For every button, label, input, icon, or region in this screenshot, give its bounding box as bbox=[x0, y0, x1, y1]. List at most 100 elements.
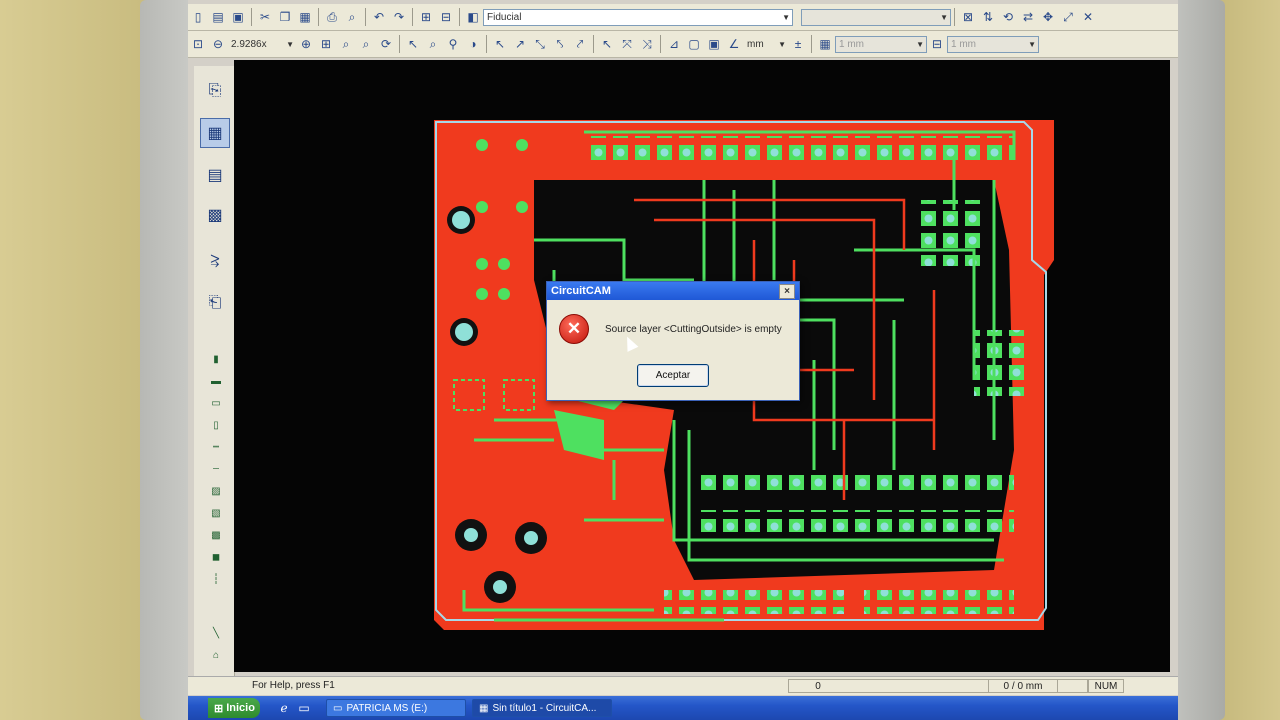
grid-y-icon[interactable]: ⊟ bbox=[928, 35, 946, 53]
ie-icon[interactable]: ℯ bbox=[275, 699, 293, 717]
print-icon[interactable]: ⎙ bbox=[323, 8, 341, 26]
rotate-icon[interactable]: ⟲ bbox=[999, 8, 1017, 26]
delete-node-icon[interactable]: ⤣ bbox=[551, 35, 569, 53]
zoom-level-value: 2.9286x bbox=[231, 38, 267, 50]
task-button-circuitcam[interactable]: ▦ Sin título1 - CircuitCA... bbox=[472, 699, 612, 717]
edit-node-icon[interactable]: ↗ bbox=[511, 35, 529, 53]
pointer-tool-icon[interactable]: ↖ bbox=[491, 35, 509, 53]
refresh-icon[interactable]: ⟳ bbox=[377, 35, 395, 53]
component-icon[interactable]: ◼ bbox=[208, 550, 224, 564]
chevron-down-icon: ▼ bbox=[778, 39, 786, 49]
import-icon[interactable]: ⎘ bbox=[200, 76, 230, 106]
magnify-icon[interactable]: ⚲ bbox=[444, 35, 462, 53]
separator bbox=[954, 8, 955, 26]
print-preview-icon[interactable]: ⌕ bbox=[343, 8, 361, 26]
aperture-select[interactable]: ▼ bbox=[801, 8, 951, 26]
delete-icon[interactable]: ✕ bbox=[1079, 8, 1097, 26]
snap-grid-icon[interactable]: ⤧ bbox=[618, 35, 636, 53]
pad-icon[interactable]: ▭ bbox=[208, 396, 224, 410]
redo-icon[interactable]: ↷ bbox=[390, 8, 408, 26]
contour-routing-icon[interactable]: ▩ bbox=[200, 200, 230, 230]
breakout-tab-icon[interactable]: ⥸ bbox=[200, 246, 230, 276]
layers-icon[interactable]: ⊞ bbox=[417, 8, 435, 26]
task-button-explorer[interactable]: ▭ PATRICIA MS (E:) bbox=[326, 699, 466, 717]
layer-view-icon[interactable]: ▦ bbox=[200, 118, 230, 148]
rectangle-icon[interactable]: ▢ bbox=[685, 35, 703, 53]
hatch-icon[interactable]: ▧ bbox=[208, 506, 224, 520]
grid-y-field[interactable]: 1 mm ▼ bbox=[947, 35, 1039, 53]
start-label: Inicio bbox=[226, 702, 255, 714]
header-bottom-right bbox=[864, 590, 1014, 614]
unit-select[interactable]: mm ▼ bbox=[744, 36, 788, 53]
track-icon[interactable]: ▯ bbox=[208, 418, 224, 432]
block-icon[interactable]: ▩ bbox=[208, 528, 224, 542]
tool-icon[interactable]: ▮ bbox=[208, 352, 224, 366]
dialog-title-bar: CircuitCAM × bbox=[547, 282, 799, 300]
layer-icon[interactable]: ◧ bbox=[464, 8, 482, 26]
open-file-icon[interactable]: ▤ bbox=[209, 8, 227, 26]
layer-settings-icon[interactable]: ⊟ bbox=[437, 8, 455, 26]
dashed-line-icon[interactable]: ┄ bbox=[208, 462, 224, 476]
move-icon[interactable]: ✥ bbox=[1039, 8, 1057, 26]
zoom-in-icon[interactable]: ⊕ bbox=[297, 35, 315, 53]
paste-icon[interactable]: ▦ bbox=[296, 8, 314, 26]
separator bbox=[593, 35, 594, 53]
fill-icon[interactable]: ▨ bbox=[208, 484, 224, 498]
search-icon[interactable]: ⌕ bbox=[357, 35, 375, 53]
error-icon: ✕ bbox=[559, 314, 589, 344]
task-label-circuitcam: Sin título1 - CircuitCA... bbox=[492, 702, 597, 714]
new-file-icon[interactable]: ▯ bbox=[189, 8, 207, 26]
error-dialog: CircuitCAM × ✕ Source layer <CuttingOuts… bbox=[546, 281, 800, 401]
desktop-icon[interactable]: ▭ bbox=[295, 699, 313, 717]
insert-node-icon[interactable]: ⤡ bbox=[531, 35, 549, 53]
snap-object-icon[interactable]: ⤨ bbox=[638, 35, 656, 53]
spacer-icon[interactable]: ┆ bbox=[208, 572, 224, 586]
zoom-all-icon[interactable]: ⊞ bbox=[317, 35, 335, 53]
insulate-icon[interactable]: ▤ bbox=[200, 160, 230, 190]
separator bbox=[399, 35, 400, 53]
measure-icon[interactable]: ⊿ bbox=[665, 35, 683, 53]
flip-icon[interactable]: ⇄ bbox=[1019, 8, 1037, 26]
zoom-previous-icon[interactable]: ⌕ bbox=[337, 35, 355, 53]
grid-y-value: 1 mm bbox=[951, 38, 976, 50]
zoom-level[interactable]: 2.9286x ▼ bbox=[228, 36, 296, 53]
save-icon[interactable]: ▣ bbox=[229, 8, 247, 26]
grid-icon[interactable]: ▦ bbox=[816, 35, 834, 53]
mirror-icon[interactable]: ⇅ bbox=[979, 8, 997, 26]
angle-icon[interactable]: ∠ bbox=[725, 35, 743, 53]
unit-select-value: mm bbox=[747, 38, 764, 50]
cut-icon[interactable]: ✂ bbox=[256, 8, 274, 26]
zoom-window-icon[interactable]: ⊡ bbox=[189, 35, 207, 53]
snap-icon[interactable]: ↖ bbox=[598, 35, 616, 53]
zoom-out-icon[interactable]: ⊖ bbox=[209, 35, 227, 53]
status-counter: 0 bbox=[815, 680, 821, 692]
accept-button[interactable]: Aceptar bbox=[637, 364, 709, 387]
scale-icon[interactable]: ⤢ bbox=[1059, 8, 1077, 26]
layer-select[interactable]: Fiducial ▼ bbox=[483, 8, 793, 26]
windows-logo-icon: ⊞ bbox=[214, 702, 224, 715]
polygon-icon[interactable]: ⌂ bbox=[208, 648, 224, 662]
close-icon[interactable]: × bbox=[779, 284, 795, 299]
align-icon[interactable]: ⊠ bbox=[959, 8, 977, 26]
copy-icon[interactable]: ❐ bbox=[276, 8, 294, 26]
status-coords: 0 / 0 mm bbox=[988, 679, 1058, 693]
start-button[interactable]: ⊞ Inicio bbox=[208, 698, 260, 718]
contrast-icon[interactable]: ◑ bbox=[464, 35, 482, 53]
line-icon[interactable]: ▬ bbox=[208, 374, 224, 388]
ic-row-2 bbox=[694, 470, 1014, 492]
zoom-tool-icon[interactable]: ⌕ bbox=[424, 35, 442, 53]
plus-minus-icon[interactable]: ± bbox=[789, 35, 807, 53]
frame-icon[interactable]: ▣ bbox=[705, 35, 723, 53]
left-toolbar: ⎘ ▦ ▤ ▩ ⥸ ⎗ ▮ ▬ ▭ ▯ ┅ ┄ ▨ ▧ ▩ ◼ ┆ ╲ ⌂ bbox=[194, 66, 235, 686]
draw-line-icon[interactable]: ╲ bbox=[208, 626, 224, 640]
dialog-title: CircuitCAM bbox=[551, 285, 611, 297]
export-icon[interactable]: ⎗ bbox=[200, 288, 230, 318]
status-bar: For Help, press F1 0 0 / 0 mm NUM bbox=[188, 676, 1178, 695]
grid-x-field[interactable]: 1 mm ▼ bbox=[835, 35, 927, 53]
undo-icon[interactable]: ↶ bbox=[370, 8, 388, 26]
separator bbox=[660, 35, 661, 53]
break-icon[interactable]: ⤤ bbox=[571, 35, 589, 53]
dotted-line-icon[interactable]: ┅ bbox=[208, 440, 224, 454]
select-icon[interactable]: ↖ bbox=[404, 35, 422, 53]
task-label-explorer: PATRICIA MS (E:) bbox=[346, 702, 428, 714]
